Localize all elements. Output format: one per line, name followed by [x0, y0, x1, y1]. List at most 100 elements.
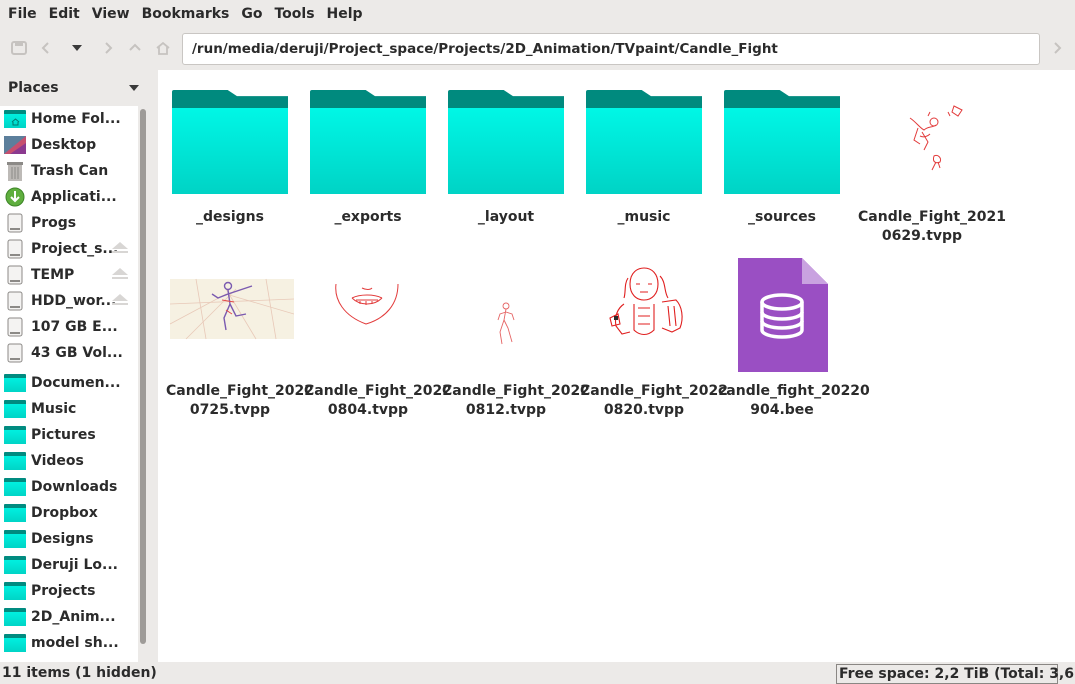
sidebar-item-label: TEMP	[31, 267, 75, 283]
menu-go[interactable]: Go	[235, 0, 268, 28]
sidebar-item-videos[interactable]: Videos	[0, 448, 138, 474]
file-name: _designs	[196, 209, 264, 225]
menu-file[interactable]: File	[2, 0, 43, 28]
path-bar[interactable]: /run/media/deruji/Project_space/Projects…	[182, 33, 1040, 65]
sidebar-item-label: 2D_Anim...	[31, 609, 116, 625]
sidebar-item-label: Downloads	[31, 479, 118, 495]
sidebar-item-trash[interactable]: Trash Can	[0, 158, 138, 184]
sidebar-item-progs[interactable]: Progs	[0, 210, 138, 236]
sidebar-item-label: Pictures	[31, 427, 96, 443]
file-item[interactable]: _exports	[304, 70, 432, 244]
sidebar-item-dropbox[interactable]: Dropbox	[0, 500, 138, 526]
file-name: _music	[617, 209, 671, 225]
character-thumbnail	[580, 244, 708, 372]
folder-icon	[4, 400, 26, 418]
sidebar-item-label: Music	[31, 401, 77, 417]
toolbar: /run/media/deruji/Project_space/Projects…	[0, 28, 1075, 70]
folder-icon	[4, 426, 26, 444]
chevron-down-icon[interactable]	[129, 85, 139, 91]
drive-icon	[4, 291, 26, 311]
new-tab-icon[interactable]	[8, 36, 30, 60]
sidebar-item-temp[interactable]: TEMP	[0, 262, 138, 288]
folder-icon	[4, 608, 26, 626]
menu-edit[interactable]: Edit	[43, 0, 86, 28]
forward-icon[interactable]	[96, 36, 118, 60]
sidebar-item-model-sheets[interactable]: model sh...	[0, 630, 138, 656]
sidebar: Places Home Fol... Desktop Trash Can App…	[0, 70, 152, 662]
scrollbar-thumb[interactable]	[140, 109, 146, 644]
file-name: Candle_Fight_2022 0725.tvpp	[166, 383, 315, 418]
file-name: _sources	[748, 209, 816, 225]
folder-icon	[442, 70, 570, 198]
folder-icon	[4, 634, 26, 652]
face-thumbnail	[304, 244, 432, 372]
file-name: Candle_Fight_2022 0804.tvpp	[304, 383, 453, 418]
sidebar-item-43gb[interactable]: 43 GB Vol...	[0, 340, 138, 366]
drive-icon	[4, 213, 26, 233]
sidebar-item-deruji-local[interactable]: Deruji Lo...	[0, 552, 138, 578]
folder-icon	[4, 374, 26, 392]
file-item[interactable]: candle_fight_20220 904.bee	[718, 244, 870, 418]
file-item[interactable]: _music	[580, 70, 708, 244]
sketch-thumbnail	[858, 70, 986, 198]
sidebar-item-pictures[interactable]: Pictures	[0, 422, 138, 448]
sidebar-scrollbar[interactable]	[138, 106, 152, 662]
folder-icon	[718, 70, 846, 198]
trash-icon	[4, 161, 26, 181]
go-icon[interactable]	[1046, 36, 1068, 60]
home-icon[interactable]	[152, 36, 174, 60]
folder-icon	[4, 452, 26, 470]
file-item[interactable]: _sources	[718, 70, 846, 244]
sidebar-item-label: Home Fol...	[31, 111, 121, 127]
menu-tools[interactable]: Tools	[268, 0, 320, 28]
file-name: _exports	[334, 209, 402, 225]
sidebar-item-downloads[interactable]: Downloads	[0, 474, 138, 500]
sidebar-item-label: model sh...	[31, 635, 119, 651]
sidebar-item-project-space[interactable]: Project_s...	[0, 236, 138, 262]
menu-help[interactable]: Help	[321, 0, 369, 28]
drive-icon	[4, 343, 26, 363]
up-icon[interactable]	[124, 36, 146, 60]
sidebar-item-label: Progs	[31, 215, 77, 231]
sidebar-item-label: Desktop	[31, 137, 97, 153]
sidebar-item-label: Designs	[31, 531, 94, 547]
sidebar-item-hdd-work[interactable]: HDD_wor...	[0, 288, 138, 314]
sidebar-item-107gb[interactable]: 107 GB E...	[0, 314, 138, 340]
sidebar-item-label: Trash Can	[31, 163, 109, 179]
file-item[interactable]: _designs	[166, 70, 294, 244]
drive-icon	[4, 317, 26, 337]
file-item[interactable]: Candle_Fight_2021 0629.tvpp	[858, 70, 1007, 244]
file-item[interactable]: _layout	[442, 70, 570, 244]
places-list: Home Fol... Desktop Trash Can Applicati.…	[0, 106, 138, 662]
folder-icon	[4, 504, 26, 522]
file-item[interactable]: Candle_Fight_2022 0812.tvpp	[442, 244, 590, 418]
eject-icon[interactable]	[112, 268, 128, 279]
back-icon[interactable]	[36, 36, 58, 60]
sidebar-item-documents[interactable]: Documen...	[0, 370, 138, 396]
menu-view[interactable]: View	[86, 0, 136, 28]
file-item[interactable]: Candle_Fight_2022 0804.tvpp	[304, 244, 453, 418]
history-dropdown-icon[interactable]	[66, 36, 88, 60]
sidebar-item-label: 107 GB E...	[31, 319, 118, 335]
sidebar-item-2d-animation[interactable]: 2D_Anim...	[0, 604, 138, 630]
sidebar-item-desktop[interactable]: Desktop	[0, 132, 138, 158]
file-name: _layout	[477, 209, 535, 225]
menu-bar: File Edit View Bookmarks Go Tools Help	[0, 0, 1075, 28]
sidebar-item-designs[interactable]: Designs	[0, 526, 138, 552]
eject-icon[interactable]	[112, 242, 128, 253]
folder-icon	[4, 478, 26, 496]
drive-icon	[4, 239, 26, 259]
file-view[interactable]: _designs _exports _layout _music _source…	[158, 70, 1075, 662]
sidebar-item-music[interactable]: Music	[0, 396, 138, 422]
file-item[interactable]: Candle_Fight_2022 0820.tvpp	[580, 244, 728, 418]
eject-icon[interactable]	[112, 294, 128, 305]
file-item[interactable]: Candle_Fight_2022 0725.tvpp	[166, 244, 315, 418]
sidebar-item-home[interactable]: Home Fol...	[0, 106, 138, 132]
sidebar-item-label: 43 GB Vol...	[31, 345, 123, 361]
sidebar-item-label: Projects	[31, 583, 96, 599]
places-title: Places	[8, 80, 59, 96]
sidebar-item-applications[interactable]: Applicati...	[0, 184, 138, 210]
menu-bookmarks[interactable]: Bookmarks	[136, 0, 236, 28]
sidebar-item-projects[interactable]: Projects	[0, 578, 138, 604]
file-name: Candle_Fight_2021 0629.tvpp	[858, 209, 1007, 244]
